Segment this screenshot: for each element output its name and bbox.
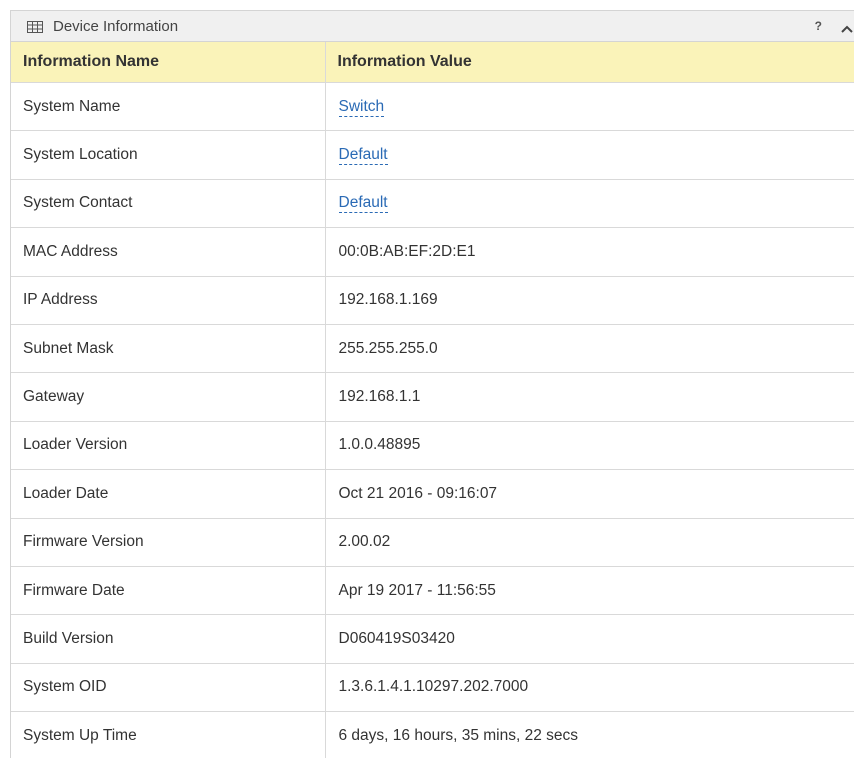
info-name-cell: Gateway xyxy=(11,372,325,422)
info-value-cell: Apr 19 2017 - 11:56:55 xyxy=(324,566,854,616)
info-value-cell: 1.3.6.1.4.1.10297.202.7000 xyxy=(324,663,854,713)
info-name-cell: Firmware Version xyxy=(11,518,325,567)
info-value-cell: 6 days, 16 hours, 35 mins, 22 secs xyxy=(324,711,854,758)
table-row: System Location Default xyxy=(11,130,854,180)
info-name-cell: Firmware Date xyxy=(11,566,325,616)
info-value-cell: Oct 21 2016 - 09:16:07 xyxy=(324,469,854,519)
header-actions: ? xyxy=(815,11,854,41)
panel-header: Device Information ? xyxy=(11,11,854,42)
help-button[interactable]: ? xyxy=(815,19,822,33)
info-name-cell: System Name xyxy=(11,82,325,132)
table-header-row: Information Name Information Value xyxy=(11,42,854,83)
table-row: System Contact Default xyxy=(11,179,854,229)
chevron-up-icon[interactable] xyxy=(840,21,854,33)
editable-value-link[interactable]: Default xyxy=(338,146,388,166)
table-row: Build Version D060419S03420 xyxy=(11,614,854,664)
table-row: Subnet Mask 255.255.255.0 xyxy=(11,324,854,374)
table-row: Firmware Version 2.00.02 xyxy=(11,518,854,567)
info-name-cell: System Up Time xyxy=(11,711,325,758)
info-name-cell: Loader Version xyxy=(11,421,325,471)
info-value-cell: 2.00.02 xyxy=(324,518,854,567)
info-value-cell: D060419S03420 xyxy=(324,614,854,664)
info-name-cell: Build Version xyxy=(11,614,325,664)
table-row: Loader Date Oct 21 2016 - 09:16:07 xyxy=(11,469,854,519)
table-row: Gateway 192.168.1.1 xyxy=(11,372,854,422)
panel-title: Device Information xyxy=(53,17,179,35)
info-name-cell: MAC Address xyxy=(11,227,325,277)
info-value-cell: 255.255.255.0 xyxy=(324,324,854,374)
info-value-cell: Default xyxy=(324,179,854,229)
info-value-cell: Default xyxy=(324,130,854,180)
device-information-panel: Device Information ? Information Name In… xyxy=(10,10,854,758)
table-row: System OID 1.3.6.1.4.1.10297.202.7000 xyxy=(11,663,854,713)
column-header-value: Information Value xyxy=(324,42,854,83)
table-row: System Name Switch xyxy=(11,82,854,132)
table-icon xyxy=(27,20,43,33)
info-name-cell: System OID xyxy=(11,663,325,713)
table-row: Loader Version 1.0.0.48895 xyxy=(11,421,854,471)
info-name-cell: Loader Date xyxy=(11,469,325,519)
info-name-cell: IP Address xyxy=(11,276,325,325)
info-value-cell: 00:0B:AB:EF:2D:E1 xyxy=(324,227,854,277)
device-info-table: Information Name Information Value Syste… xyxy=(11,42,854,758)
info-value-cell: Switch xyxy=(324,82,854,132)
info-value-cell: 192.168.1.1 xyxy=(324,372,854,422)
column-header-name: Information Name xyxy=(11,42,325,83)
editable-value-link[interactable]: Default xyxy=(338,194,388,214)
table-row: Firmware Date Apr 19 2017 - 11:56:55 xyxy=(11,566,854,616)
info-value-cell: 192.168.1.169 xyxy=(324,276,854,325)
info-name-cell: System Contact xyxy=(11,179,325,229)
info-value-cell: 1.0.0.48895 xyxy=(324,421,854,471)
info-name-cell: System Location xyxy=(11,130,325,180)
table-row: System Up Time 6 days, 16 hours, 35 mins,… xyxy=(11,711,854,758)
table-row: IP Address 192.168.1.169 xyxy=(11,276,854,325)
table-row: MAC Address 00:0B:AB:EF:2D:E1 xyxy=(11,227,854,277)
editable-value-link[interactable]: Switch xyxy=(338,97,385,117)
info-name-cell: Subnet Mask xyxy=(11,324,325,374)
